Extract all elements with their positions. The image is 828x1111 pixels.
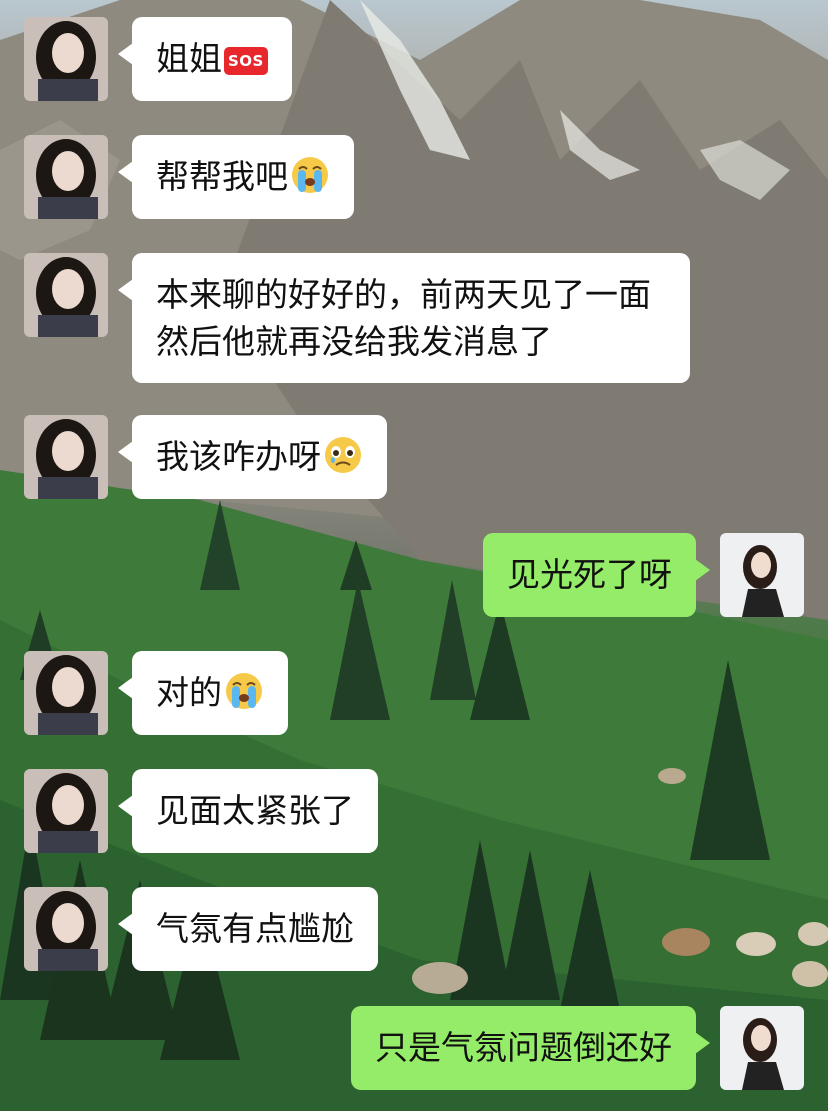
contact-avatar[interactable]: [24, 253, 108, 337]
contact-avatar[interactable]: [24, 135, 108, 219]
message-text: 姐姐: [156, 39, 222, 78]
contact-avatar[interactable]: [24, 651, 108, 735]
my-avatar[interactable]: [720, 533, 804, 617]
face-holding-back-tears-icon: [325, 437, 361, 473]
message-text: 只是气氛问题倒还好: [375, 1028, 672, 1067]
message-bubble[interactable]: 帮帮我吧: [118, 135, 354, 219]
message-text: 见面太紧张了: [156, 791, 354, 830]
contact-avatar[interactable]: [24, 887, 108, 971]
message-text: 气氛有点尴尬: [156, 909, 354, 948]
avatar-portrait-icon: [720, 533, 804, 617]
avatar-portrait-icon: [24, 415, 108, 499]
avatar-portrait-icon: [24, 651, 108, 735]
message-bubble[interactable]: 我该咋办呀: [118, 415, 387, 499]
message-text: 我该咋办呀: [156, 437, 321, 476]
my-avatar[interactable]: [720, 1006, 804, 1090]
contact-avatar[interactable]: [24, 415, 108, 499]
message-bubble[interactable]: 对的: [118, 651, 288, 735]
message-bubble[interactable]: 见面太紧张了: [118, 769, 378, 853]
message-bubble[interactable]: 见光死了呀: [483, 533, 710, 617]
message-bubble[interactable]: 只是气氛问题倒还好: [351, 1006, 710, 1090]
message-text: 对的: [156, 673, 222, 712]
message-text: 本来聊的好好的，前两天见了一面然后他就再没给我发消息了: [156, 275, 651, 361]
message-bubble[interactable]: 姐姐 SOS: [118, 17, 292, 101]
avatar-portrait-icon: [24, 17, 108, 101]
contact-avatar[interactable]: [24, 17, 108, 101]
loudly-crying-face-icon: [292, 157, 328, 193]
avatar-portrait-icon: [24, 253, 108, 337]
avatar-portrait-icon: [24, 887, 108, 971]
message-bubble[interactable]: 气氛有点尴尬: [118, 887, 378, 971]
contact-avatar[interactable]: [24, 769, 108, 853]
message-text: 见光死了呀: [507, 555, 672, 594]
loudly-crying-face-icon: [226, 673, 262, 709]
avatar-portrait-icon: [720, 1006, 804, 1090]
avatar-portrait-icon: [24, 135, 108, 219]
message-bubble[interactable]: 本来聊的好好的，前两天见了一面然后他就再没给我发消息了: [118, 253, 690, 383]
sos-icon: SOS: [224, 47, 268, 75]
message-text: 帮帮我吧: [156, 157, 288, 196]
avatar-portrait-icon: [24, 769, 108, 853]
